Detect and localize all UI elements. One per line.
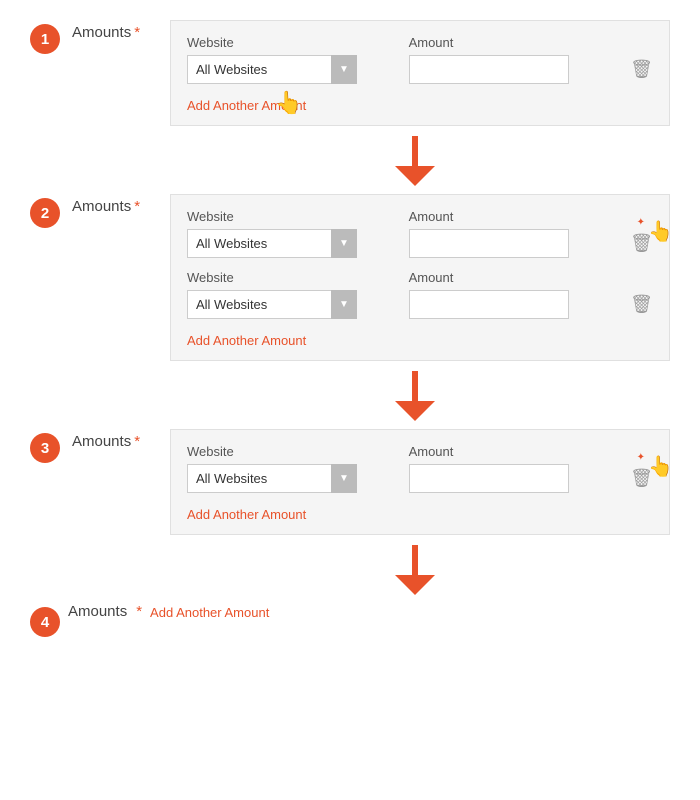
step-1-delete-button[interactable]: 🗑	[630, 59, 653, 80]
step-2-delete-button-0[interactable]: 🗑	[630, 233, 653, 254]
step-1-amount-input[interactable]	[409, 55, 569, 84]
step-2-add-another-link[interactable]: Add Another Amount	[187, 333, 306, 348]
step-3-website-group: Website All Websites	[187, 444, 395, 493]
step-3-section: 3 Amounts * Website All Websites Amount	[30, 429, 670, 535]
step-2-amount-group-0: Amount	[409, 209, 617, 258]
step-2-row-0: Website All Websites Amount 🗑 👆 ✦	[187, 209, 653, 258]
step-2-website-label-0: Website	[187, 209, 395, 224]
step-1-amount-group: Amount	[409, 35, 617, 84]
step-3-amount-group: Amount	[409, 444, 617, 493]
step-4-section: 4 Amounts * Add Another Amount	[30, 603, 670, 637]
step-3-website-label: Website	[187, 444, 395, 459]
step-1-website-label: Website	[187, 35, 395, 50]
step-3-label: Amounts *	[72, 433, 162, 450]
star-burst-2: ✦	[637, 217, 645, 228]
required-star-1: *	[134, 24, 140, 41]
step-1-website-group: Website All Websites	[187, 35, 395, 84]
down-arrow-3-svg	[395, 545, 435, 595]
step-3-delete-wrap: 🗑 👆 ✦	[630, 444, 653, 489]
step-3-amount-label: Amount	[409, 444, 617, 459]
step-2-badge: 2	[30, 198, 60, 228]
step-2-amounts-box: Website All Websites Amount 🗑 👆 ✦	[170, 194, 670, 361]
step-3-amounts-box: Website All Websites Amount 🗑 👆 ✦	[170, 429, 670, 535]
step-3-add-another-link[interactable]: Add Another Amount	[187, 507, 306, 522]
down-arrow-2-svg	[395, 371, 435, 421]
step-2-website-group-1: Website All Websites	[187, 270, 395, 319]
step-2-website-label-1: Website	[187, 270, 395, 285]
step-3-label-text: Amounts	[72, 433, 131, 450]
step-2-website-group-0: Website All Websites	[187, 209, 395, 258]
step-1-amount-label: Amount	[409, 35, 617, 50]
arrow-2	[160, 371, 670, 421]
step-3-amount-input[interactable]	[409, 464, 569, 493]
step-1-website-select[interactable]: All Websites	[187, 55, 357, 84]
step-2-amount-group-1: Amount	[409, 270, 617, 319]
step-2-website-select-1[interactable]: All Websites	[187, 290, 357, 319]
step-2-trash-icon-1: 🗑	[630, 294, 653, 314]
step-2-amount-input-1[interactable]	[409, 290, 569, 319]
down-arrow-1-svg	[395, 136, 435, 186]
step-3-trash-icon: 🗑	[630, 468, 653, 488]
step-2-section: 2 Amounts * Website All Websites Amount	[30, 194, 670, 361]
required-star-2: *	[134, 198, 140, 215]
step-1-add-another-link[interactable]: Add Another Amount	[187, 98, 306, 113]
step-1-amounts-box: Website All Websites Amount 🗑 Add Anothe…	[170, 20, 670, 126]
step-3-badge: 3	[30, 433, 60, 463]
step-2-label: Amounts *	[72, 198, 162, 215]
arrow-3	[160, 545, 670, 595]
step-3-website-select[interactable]: All Websites	[187, 464, 357, 493]
step-1-label: Amounts *	[72, 24, 162, 41]
arrow-1	[160, 136, 670, 186]
step-2-label-text: Amounts	[72, 198, 131, 215]
step-2-row-1: Website All Websites Amount 🗑	[187, 270, 653, 319]
step-3-delete-button[interactable]: 🗑	[630, 468, 653, 489]
step-4-badge: 4	[30, 607, 60, 637]
step-4-add-another-link[interactable]: Add Another Amount	[150, 605, 269, 620]
step-1-add-area: Add Another Amount 👆	[187, 96, 306, 113]
step-1-website-select-wrap[interactable]: All Websites	[187, 55, 357, 84]
step-2-amount-label-1: Amount	[409, 270, 617, 285]
step-4-inline: Amounts * Add Another Amount	[68, 603, 269, 620]
step-2-website-select-0[interactable]: All Websites	[187, 229, 357, 258]
step-1-badge: 1	[30, 24, 60, 54]
step-2-amount-label-0: Amount	[409, 209, 617, 224]
step-4-label-text: Amounts	[68, 603, 127, 620]
step-1-row-0: Website All Websites Amount 🗑	[187, 35, 653, 84]
step-2-website-select-wrap-1[interactable]: All Websites	[187, 290, 357, 319]
step-1-trash-icon: 🗑	[630, 59, 653, 79]
step-2-trash-icon-0: 🗑	[630, 233, 653, 253]
required-star-4: *	[136, 603, 142, 620]
step-2-amount-input-0[interactable]	[409, 229, 569, 258]
step-3-website-select-wrap[interactable]: All Websites	[187, 464, 357, 493]
step-3-row-0: Website All Websites Amount 🗑 👆 ✦	[187, 444, 653, 493]
step-1-section: 1 Amounts * Website All Websites Amount …	[30, 20, 670, 126]
required-star-3: *	[134, 433, 140, 450]
step-1-label-text: Amounts	[72, 24, 131, 41]
star-burst-3: ✦	[637, 452, 645, 463]
step-2-delete-wrap-0: 🗑 👆 ✦	[630, 209, 653, 254]
step-2-website-select-wrap-0[interactable]: All Websites	[187, 229, 357, 258]
step-2-delete-button-1[interactable]: 🗑	[630, 294, 653, 315]
